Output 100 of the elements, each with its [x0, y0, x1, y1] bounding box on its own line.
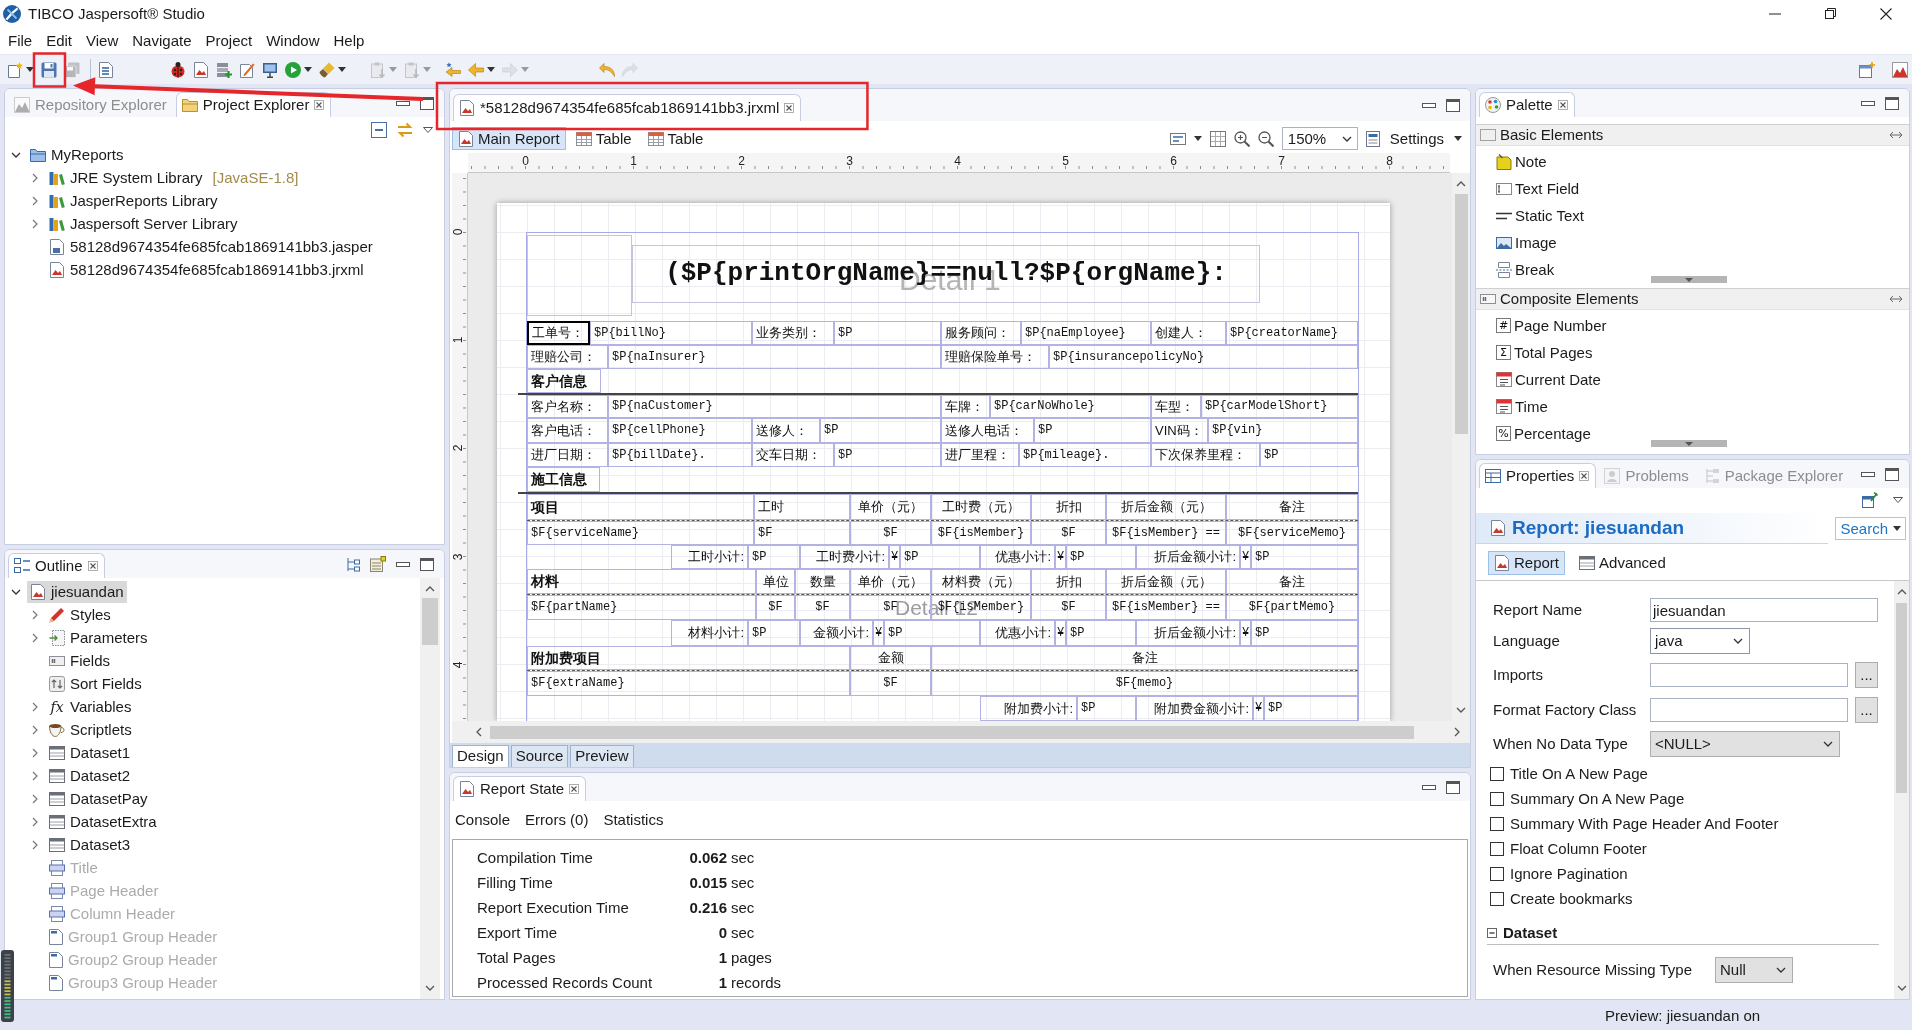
- menu-item[interactable]: Navigate: [125, 30, 199, 51]
- chevron-right-icon[interactable]: [32, 816, 38, 827]
- scroll-up-icon[interactable]: [1896, 589, 1907, 595]
- checkbox[interactable]: [1490, 841, 1504, 856]
- search-dropdown[interactable]: Search: [1835, 517, 1906, 540]
- chevron-right-icon[interactable]: [32, 609, 38, 620]
- palette-drawer[interactable]: Composite Elements: [1476, 288, 1909, 310]
- scrollbar-thumb[interactable]: [490, 725, 1414, 739]
- maximize-icon[interactable]: [1446, 780, 1460, 794]
- tree-item[interactable]: JasperReports Library: [46, 189, 221, 212]
- caret-icon[interactable]: [1193, 136, 1202, 141]
- save-icon[interactable]: [41, 61, 57, 78]
- output-tab[interactable]: Console: [455, 811, 511, 829]
- chevron-right-icon[interactable]: [32, 770, 38, 781]
- tree-item[interactable]: Dataset1: [46, 741, 134, 764]
- restore-icon[interactable]: [1825, 8, 1836, 19]
- new-document-icon[interactable]: [7, 61, 23, 78]
- scroll-tab-icon[interactable]: [1651, 440, 1727, 447]
- editor-tab[interactable]: *58128d9674354fe685fcab1869141bb3.jrxml: [453, 94, 802, 121]
- view-tab[interactable]: Table: [569, 127, 638, 150]
- close-icon[interactable]: [1880, 7, 1892, 20]
- minimize-icon[interactable]: [1422, 102, 1436, 108]
- tree-item[interactable]: Parameters: [46, 626, 151, 649]
- dropdown[interactable]: <NULL>: [1650, 731, 1840, 757]
- checkbox[interactable]: [1490, 866, 1504, 881]
- chevron-right-icon[interactable]: [32, 724, 38, 735]
- palette-item[interactable]: Σ Total Pages: [1476, 339, 1909, 366]
- text-input[interactable]: jiesuandan: [1650, 598, 1878, 622]
- maximize-icon[interactable]: [1885, 96, 1899, 110]
- pencil-document-icon[interactable]: [239, 61, 255, 78]
- tree-item[interactable]: MyReports: [27, 143, 127, 166]
- caret-icon[interactable]: [26, 67, 34, 72]
- text-box-icon[interactable]: [1169, 132, 1186, 145]
- menu-item[interactable]: Help: [326, 30, 372, 51]
- palette-item[interactable]: Time: [1476, 393, 1909, 420]
- menu-item[interactable]: View: [79, 30, 126, 51]
- scrollbar-thumb[interactable]: [422, 598, 438, 645]
- maximize-icon[interactable]: [1446, 98, 1460, 112]
- close-icon[interactable]: [1557, 100, 1568, 110]
- tree-item[interactable]: JRE System Library [JavaSE-1.8]: [46, 166, 302, 189]
- grid-icon[interactable]: [1209, 130, 1226, 147]
- scrollbar-thumb[interactable]: [1896, 603, 1907, 793]
- tree-item[interactable]: fx Variables: [46, 695, 135, 718]
- chevron-right-icon[interactable]: [32, 747, 38, 758]
- caret-icon[interactable]: [338, 67, 346, 72]
- zoom-in-icon[interactable]: [1233, 130, 1250, 147]
- minimize-icon[interactable]: [1422, 784, 1436, 790]
- menu-item[interactable]: Edit: [39, 30, 80, 51]
- chevron-right-icon[interactable]: [32, 793, 38, 804]
- scroll-up-icon[interactable]: [1456, 181, 1466, 187]
- minus-square-icon[interactable]: [1487, 927, 1497, 938]
- maximize-icon[interactable]: [1885, 467, 1899, 481]
- tree-item[interactable]: DatasetPay: [46, 787, 151, 810]
- dropdown[interactable]: Null: [1715, 957, 1793, 983]
- mode-tab[interactable]: Preview: [570, 745, 634, 767]
- database-plus-icon[interactable]: [216, 61, 232, 78]
- tree-item[interactable]: Sort Fields: [46, 672, 145, 695]
- minimize-icon[interactable]: [1769, 12, 1781, 15]
- tree-item[interactable]: DatasetExtra: [46, 810, 160, 833]
- mode-tab[interactable]: Design: [452, 745, 509, 767]
- tree-item[interactable]: Styles: [46, 603, 114, 626]
- chevron-down-icon[interactable]: [11, 151, 21, 158]
- tree-item[interactable]: Scriptlets: [46, 718, 135, 741]
- eraser-icon[interactable]: [319, 61, 335, 78]
- palette-drawer[interactable]: Basic Elements: [1476, 124, 1909, 146]
- scroll-down-icon[interactable]: [1456, 707, 1466, 713]
- palette-item[interactable]: Static Text: [1476, 202, 1909, 229]
- output-tab[interactable]: Statistics: [603, 811, 664, 829]
- text-input[interactable]: [1650, 698, 1848, 722]
- palette-item[interactable]: % Percentage: [1476, 420, 1909, 447]
- menu-item[interactable]: Project: [198, 30, 260, 51]
- caret-icon[interactable]: [304, 67, 312, 72]
- view-tab[interactable]: Report: [1488, 551, 1566, 575]
- scroll-down-icon[interactable]: [1896, 985, 1907, 991]
- checkbox[interactable]: [1490, 766, 1504, 781]
- window-arrow-icon[interactable]: [1862, 491, 1878, 508]
- scroll-tab-icon[interactable]: [1651, 276, 1727, 283]
- checkbox[interactable]: [1490, 791, 1504, 806]
- caret-icon[interactable]: [1454, 136, 1462, 141]
- menu-item[interactable]: Window: [259, 30, 327, 51]
- tree-item[interactable]: 58128d9674354fe685fcab1869141bb3.jrxml: [46, 258, 367, 281]
- maximize-icon[interactable]: [420, 96, 434, 110]
- output-tab[interactable]: Errors (0): [525, 811, 589, 829]
- palette-item[interactable]: Break: [1476, 256, 1909, 283]
- minimize-icon[interactable]: [1861, 100, 1875, 106]
- checkbox[interactable]: [1490, 816, 1504, 831]
- tree-item[interactable]: 58128d9674354fe685fcab1869141bb3.jasper: [46, 235, 376, 258]
- view-tab[interactable]: Table: [641, 127, 710, 150]
- scroll-up-icon[interactable]: [425, 586, 435, 592]
- note-table-icon[interactable]: [370, 556, 386, 572]
- scroll-down-icon[interactable]: [425, 985, 435, 991]
- palette-item[interactable]: Note: [1476, 148, 1909, 175]
- view-menu-icon[interactable]: [423, 127, 433, 133]
- zoom-out-icon[interactable]: [1257, 130, 1274, 147]
- panel-tab[interactable]: Project Explorer: [175, 92, 332, 117]
- close-icon[interactable]: [1579, 471, 1590, 481]
- view-tab[interactable]: Main Report: [452, 127, 566, 150]
- close-icon[interactable]: [314, 100, 325, 110]
- double-arrow-icon[interactable]: [1889, 131, 1903, 139]
- scroll-right-icon[interactable]: [1454, 727, 1460, 737]
